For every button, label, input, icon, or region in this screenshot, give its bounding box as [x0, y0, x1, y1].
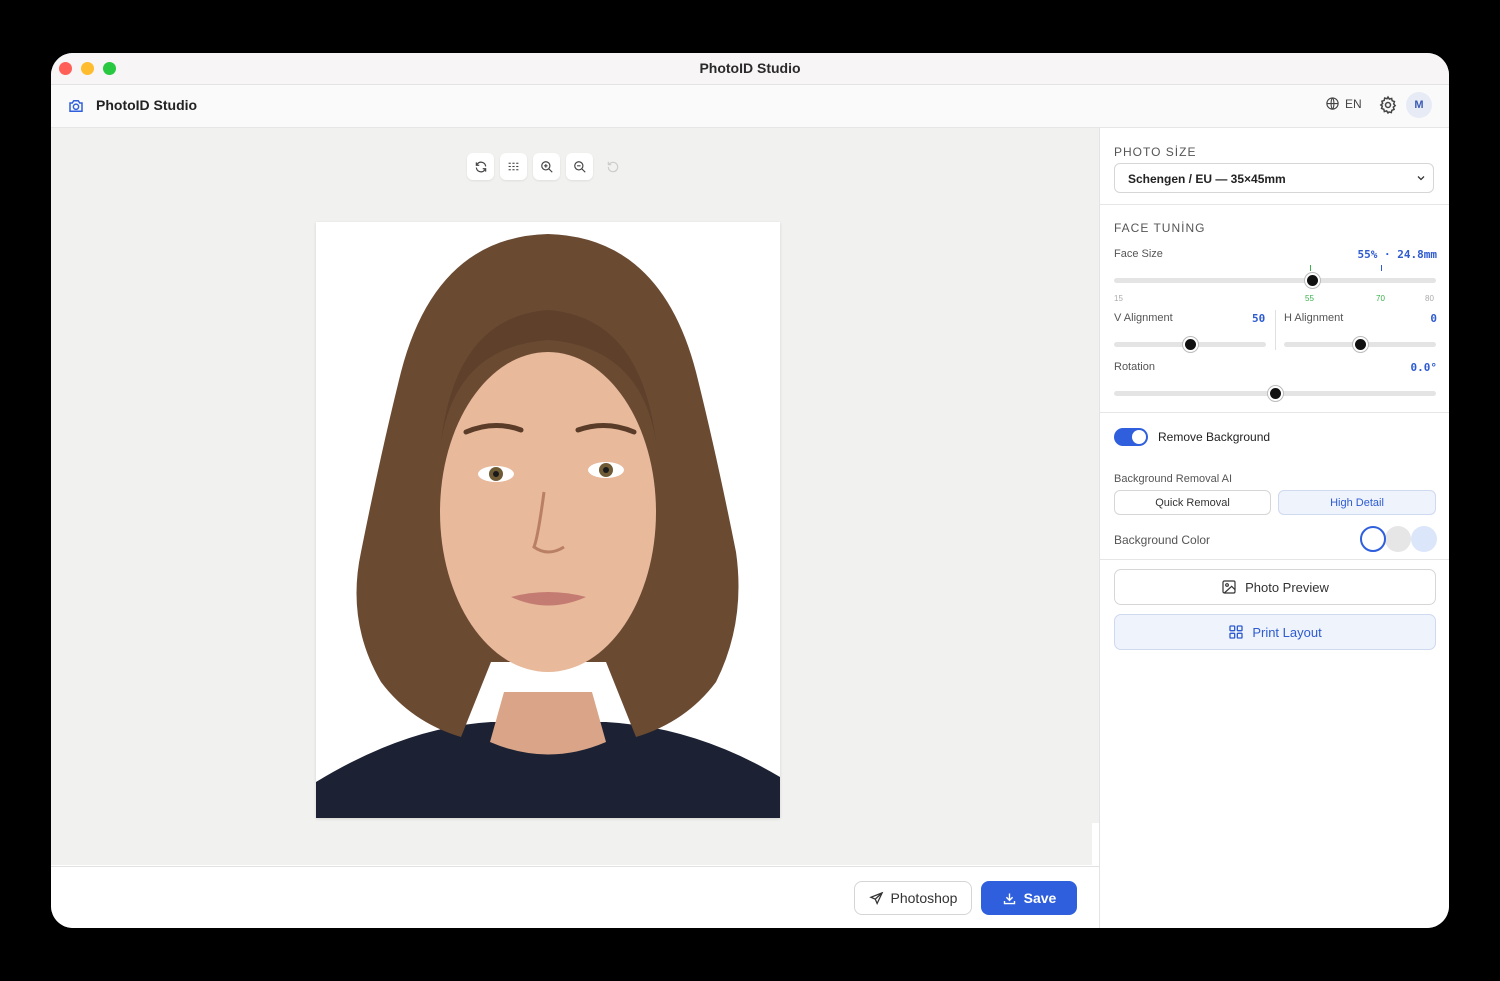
save-label: Save — [1023, 890, 1057, 906]
remove-background-toggle[interactable] — [1114, 428, 1148, 446]
divider — [1275, 310, 1276, 350]
send-icon — [868, 891, 883, 905]
settings-panel: PHOTO SİZE Schengen / EU — 35×45mm FACE … — [1099, 128, 1449, 928]
current-mm-marker — [1381, 265, 1382, 271]
bg-color-blue-swatch[interactable] — [1411, 526, 1437, 552]
photoshop-button[interactable]: Photoshop — [854, 881, 972, 915]
photo-size-select[interactable]: Schengen / EU — 35×45mm — [1114, 163, 1434, 193]
divider — [1100, 559, 1449, 560]
face-size-slider[interactable] — [1114, 278, 1436, 283]
gear-icon[interactable] — [1378, 95, 1398, 115]
grid-button[interactable] — [500, 153, 527, 180]
divider — [1100, 204, 1449, 205]
face-tuning-title: FACE TUNİNG — [1114, 221, 1206, 235]
photo-preview-label: Photo Preview — [1245, 579, 1329, 595]
chevron-down-icon — [1417, 176, 1425, 181]
tick-label: 15 — [1114, 294, 1123, 303]
remove-background-label: Remove Background — [1158, 430, 1271, 444]
download-icon — [1003, 893, 1015, 904]
id-photo — [316, 222, 780, 818]
app-name: PhotoID Studio — [96, 97, 198, 113]
v-alignment-label: V Alignment — [1114, 312, 1173, 324]
zoom-in-icon — [540, 160, 553, 173]
background-color-label: Background Color — [1114, 533, 1211, 547]
tick-label: 70 — [1376, 294, 1385, 303]
save-button[interactable]: Save — [981, 881, 1077, 915]
rotation-label: Rotation — [1114, 361, 1155, 373]
layout-grid-icon — [1229, 625, 1243, 639]
refresh-icon — [475, 161, 486, 172]
window-title: PhotoID Studio — [699, 60, 801, 76]
app-header: PhotoID Studio EN M — [51, 85, 1449, 128]
toggle-knob — [1132, 430, 1146, 444]
photo-preview-button[interactable]: Photo Preview — [1114, 569, 1436, 605]
face-size-value: 55% · 24.8mm — [1357, 248, 1437, 261]
app-window: PhotoID Studio PhotoID Studio EN M Photo… — [51, 53, 1449, 928]
portrait-image — [316, 222, 780, 818]
undo-icon — [607, 161, 618, 172]
h-alignment-label: H Alignment — [1284, 312, 1344, 324]
v-alignment-value: 50 — [1252, 312, 1266, 325]
undo-button[interactable] — [599, 153, 626, 180]
quick-removal-option[interactable]: Quick Removal — [1114, 490, 1271, 515]
title-bar: PhotoID Studio — [51, 53, 1449, 85]
avatar[interactable]: M — [1406, 92, 1432, 118]
print-layout-button[interactable]: Print Layout — [1114, 614, 1436, 650]
high-detail-option[interactable]: High Detail — [1278, 490, 1436, 515]
divider — [1100, 412, 1449, 413]
grid-icon — [508, 162, 519, 171]
camera-icon — [69, 100, 83, 112]
photo-size-title: PHOTO SİZE — [1114, 145, 1197, 159]
image-icon — [1222, 580, 1236, 594]
zoom-in-button[interactable] — [533, 153, 560, 180]
face-size-slider-thumb[interactable] — [1305, 273, 1321, 288]
refresh-button[interactable] — [467, 153, 494, 180]
recommended-min-marker — [1310, 265, 1311, 271]
rotation-slider-thumb[interactable] — [1268, 386, 1283, 401]
h-alignment-value: 0 — [1430, 312, 1437, 325]
face-size-label: Face Size — [1114, 248, 1163, 260]
bg-color-gray-swatch[interactable] — [1385, 526, 1411, 552]
tick-label: 80 — [1425, 294, 1434, 303]
tick-label: 55 — [1305, 294, 1314, 303]
h-alignment-slider-thumb[interactable] — [1353, 337, 1368, 352]
rotation-value: 0.0° — [1410, 361, 1438, 374]
canvas-toolbar — [467, 153, 626, 180]
background-ai-label: Background Removal AI — [1114, 473, 1233, 485]
bg-color-white-swatch[interactable] — [1360, 526, 1386, 552]
zoom-out-button[interactable] — [566, 153, 593, 180]
language-label: EN — [1345, 96, 1362, 111]
v-alignment-slider-thumb[interactable] — [1183, 337, 1198, 352]
print-layout-label: Print Layout — [1252, 624, 1322, 640]
photoshop-label: Photoshop — [890, 890, 958, 906]
footer-bar: Photoshop Save — [51, 866, 1099, 928]
zoom-out-icon — [573, 160, 586, 173]
globe-icon — [1326, 97, 1339, 110]
language-selector[interactable]: EN — [1325, 96, 1362, 111]
photo-size-value: Schengen / EU — 35×45mm — [1128, 172, 1286, 186]
